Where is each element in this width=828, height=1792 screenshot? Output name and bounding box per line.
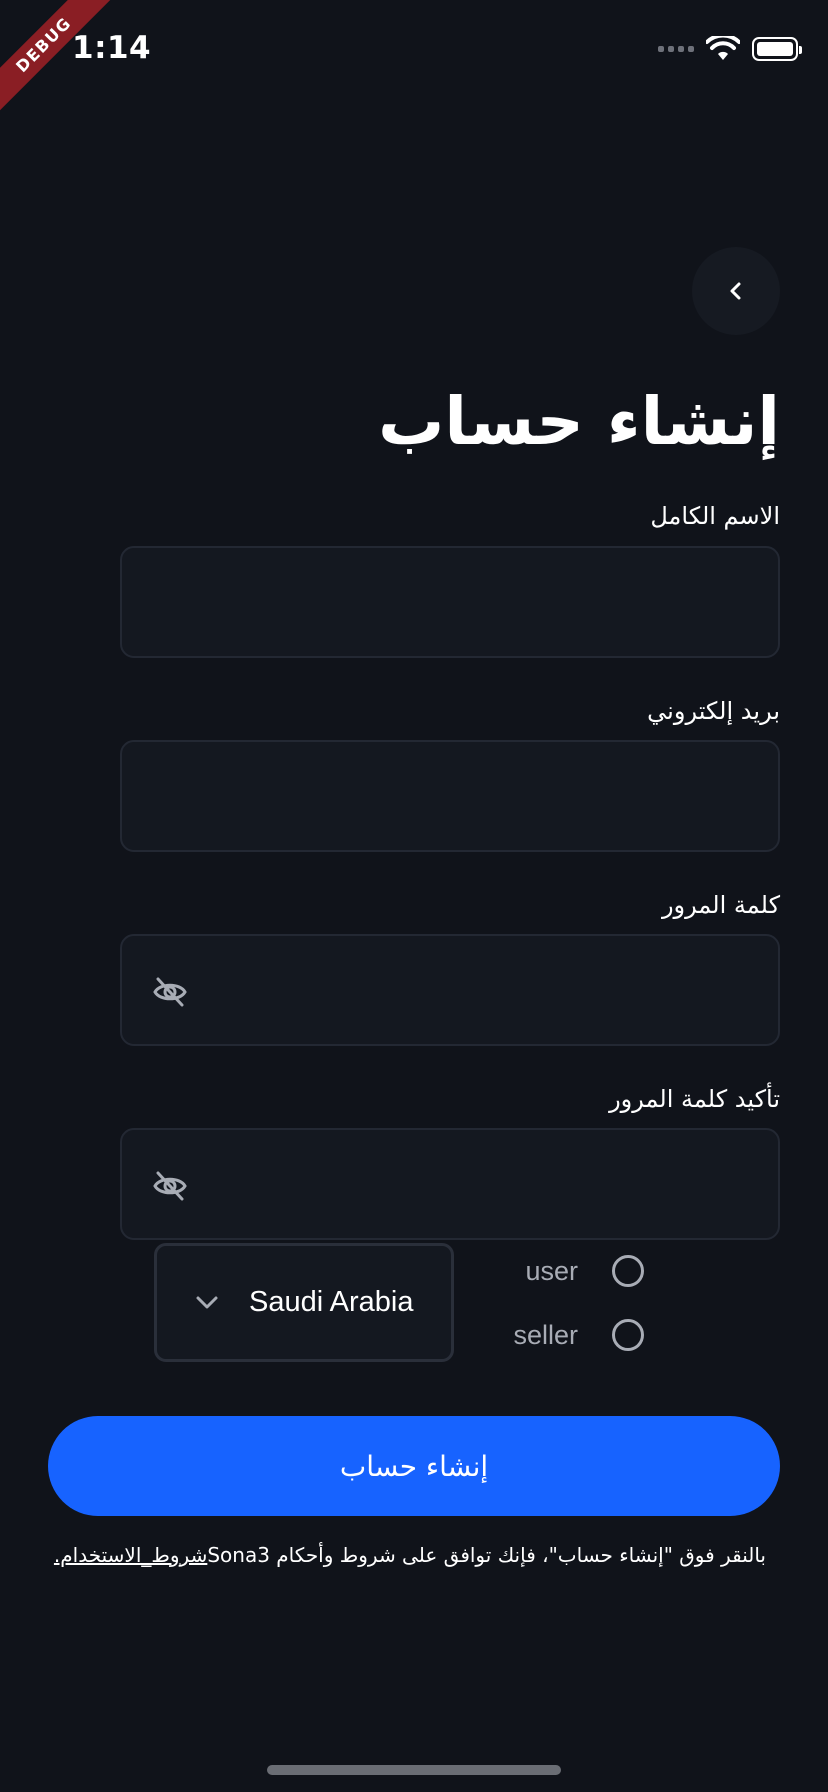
password-input[interactable] [120, 934, 780, 1046]
terms-prefix: بالنقر فوق "إنشاء حساب"، فإنك توافق على … [207, 1543, 766, 1567]
page-title: إنشاء حساب [378, 383, 780, 460]
chevron-left-icon [730, 282, 741, 300]
eye-off-icon[interactable] [152, 1168, 188, 1204]
country-dropdown[interactable]: Saudi Arabia [154, 1243, 454, 1362]
signal-icon [658, 46, 694, 52]
radio-user-label: user [525, 1255, 578, 1286]
status-time: 1:14 [72, 30, 152, 66]
terms-link[interactable]: شروط_الاستخدام. [54, 1543, 207, 1567]
email-input[interactable] [120, 740, 780, 852]
radio-user[interactable]: user [525, 1255, 644, 1287]
wifi-icon [706, 36, 740, 60]
confirm-password-input[interactable] [120, 1128, 780, 1240]
back-button[interactable] [692, 247, 780, 335]
password-label: كلمة المرور [661, 891, 780, 919]
email-label: بريد إلكتروني [647, 697, 780, 725]
radio-user-circle[interactable] [612, 1255, 644, 1287]
full-name-label: الاسم الكامل [650, 502, 780, 530]
radio-seller[interactable]: seller [513, 1319, 644, 1351]
full-name-input[interactable] [120, 546, 780, 658]
eye-off-icon[interactable] [152, 974, 188, 1010]
terms-text: بالنقر فوق "إنشاء حساب"، فإنك توافق على … [48, 1543, 766, 1567]
home-indicator [267, 1765, 561, 1775]
radio-seller-circle[interactable] [612, 1319, 644, 1351]
battery-icon [752, 37, 802, 61]
country-value: Saudi Arabia [249, 1286, 414, 1318]
status-icons [658, 36, 802, 62]
chevron-down-icon [195, 1295, 219, 1311]
confirm-password-label: تأكيد كلمة المرور [609, 1085, 780, 1113]
radio-seller-label: seller [513, 1319, 578, 1350]
create-account-button[interactable]: إنشاء حساب [48, 1416, 780, 1516]
